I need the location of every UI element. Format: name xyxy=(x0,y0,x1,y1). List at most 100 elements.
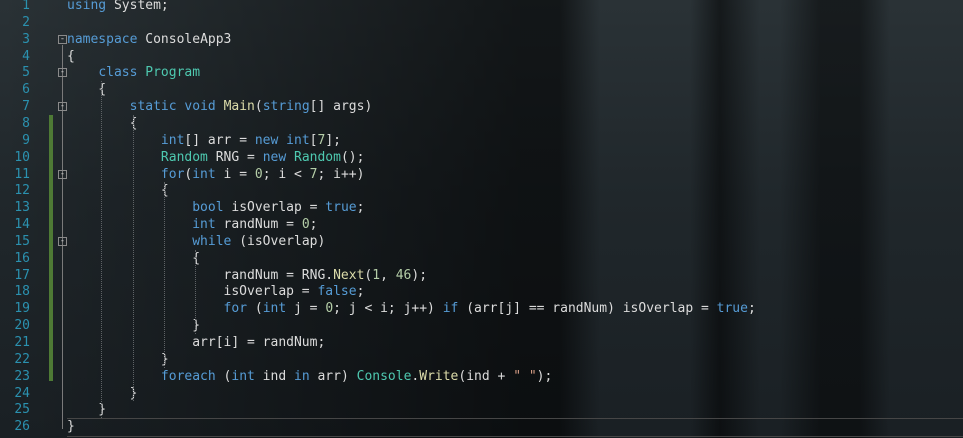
line-number: 12 xyxy=(14,183,30,199)
code-token: 1 xyxy=(372,267,381,283)
code-line[interactable]: 14 int randNum = 0; xyxy=(0,216,963,233)
code-text: isOverlap = false; xyxy=(67,283,365,300)
code-token: (); xyxy=(340,149,365,165)
code-line[interactable]: 9 int[] arr = new int[7]; xyxy=(0,132,963,149)
code-text: { xyxy=(67,81,106,98)
code-line[interactable]: 13 bool isOverlap = true; xyxy=(0,199,963,216)
indent-guide xyxy=(101,81,103,419)
code-token: 0 xyxy=(254,166,263,182)
code-token: RNG = xyxy=(207,149,263,165)
indent-guide xyxy=(163,182,165,368)
code-text: } xyxy=(67,401,106,418)
collapse-icon[interactable]: - xyxy=(58,236,67,246)
code-token: foreach xyxy=(160,368,216,384)
code-line[interactable]: 15 - while (isOverlap) xyxy=(0,233,963,250)
code-line[interactable]: 11 - for(int i = 0; i < 7; i++) xyxy=(0,166,963,183)
code-token: } xyxy=(67,419,75,435)
line-number: 13 xyxy=(14,200,30,216)
code-line[interactable]: 19 for (int j = 0; j < i; j++) if (arr[j… xyxy=(0,300,963,317)
code-token: int xyxy=(262,301,287,317)
code-token: ; i < xyxy=(262,166,310,182)
code-token: } xyxy=(67,402,107,418)
code-line[interactable]: 4{ xyxy=(0,48,963,65)
code-line[interactable]: 1 using System; xyxy=(0,0,963,14)
code-text: using System; xyxy=(67,0,169,14)
code-text: } xyxy=(67,351,169,368)
line-number: 6 xyxy=(22,82,30,98)
code-token: 0 xyxy=(301,217,310,233)
code-token: Random xyxy=(294,149,341,165)
code-line[interactable]: 23 foreach (int ind in arr) Console.Writ… xyxy=(0,368,963,385)
code-token: randNum = xyxy=(215,217,302,233)
code-token: ConsoleApp3 xyxy=(137,31,232,47)
code-text: for(int i = 0; i < 7; i++) xyxy=(67,166,365,183)
code-token: in xyxy=(294,368,310,384)
collapse-icon[interactable]: - xyxy=(58,34,67,44)
code-line[interactable]: 18 isOverlap = false; xyxy=(0,283,963,300)
line-number: 22 xyxy=(14,351,30,367)
code-line[interactable]: 3 - namespace ConsoleApp3 xyxy=(0,31,963,48)
code-token: bool xyxy=(192,200,224,216)
code-line[interactable]: 10 Random RNG = new Random(); xyxy=(0,149,963,166)
code-token: " " xyxy=(513,368,537,384)
code-token: ); xyxy=(536,368,553,384)
code-token: void xyxy=(184,99,216,115)
code-token: class xyxy=(98,65,138,81)
line-number: 17 xyxy=(14,267,30,283)
code-token: System; xyxy=(106,0,169,13)
line-number: 16 xyxy=(14,250,30,266)
code-line[interactable]: 6 { xyxy=(0,81,963,98)
code-line[interactable]: 21 arr[i] = randNum; xyxy=(0,334,963,351)
line-number: 15 xyxy=(14,233,30,249)
code-text: static void Main(string[] args) xyxy=(67,98,373,115)
code-line[interactable]: 5 - class Program xyxy=(0,64,963,81)
code-text: bool isOverlap = true; xyxy=(67,199,364,216)
code-token: } xyxy=(67,351,169,367)
code-editor[interactable]: 1 using System; 2 3- namespace ConsoleApp3 4{… xyxy=(0,0,963,438)
line-number: 26 xyxy=(14,419,30,435)
code-token: (arr[j] == randNum) isOverlap = xyxy=(458,301,717,317)
collapse-icon[interactable]: - xyxy=(58,68,67,78)
code-line[interactable]: 26} xyxy=(0,418,963,435)
code-line[interactable]: 8 { xyxy=(0,115,963,132)
code-token: ; j < i; j++) xyxy=(333,301,443,317)
code-token: new xyxy=(262,149,287,165)
code-token: false xyxy=(317,284,357,300)
code-token: ; i++) xyxy=(317,166,365,182)
code-line[interactable]: 17 randNum = RNG.Next(1, 46); xyxy=(0,267,963,284)
code-line[interactable]: 12 { xyxy=(0,182,963,199)
code-token: ( xyxy=(254,99,263,115)
code-line[interactable]: 20 } xyxy=(0,317,963,334)
code-token: for xyxy=(160,166,185,182)
code-token: ]; xyxy=(325,132,341,148)
code-text: int randNum = 0; xyxy=(67,216,317,233)
code-line[interactable]: 16 { xyxy=(0,250,963,267)
collapse-icon[interactable]: - xyxy=(58,102,67,112)
code-line[interactable]: 22 } xyxy=(0,351,963,368)
code-token: isOverlap = xyxy=(223,200,326,216)
code-token: ( xyxy=(215,368,232,384)
code-token: ; xyxy=(747,301,756,317)
line-number: 2 xyxy=(22,14,30,30)
code-token: while xyxy=(192,233,232,249)
line-number: 24 xyxy=(14,385,30,401)
code-token: int xyxy=(192,217,216,233)
code-text: arr[i] = randNum; xyxy=(67,334,325,351)
code-text: { xyxy=(67,48,75,65)
code-line[interactable]: 25 } xyxy=(0,401,963,418)
code-token: ; xyxy=(356,200,365,216)
code-line[interactable]: 24 } xyxy=(0,385,963,402)
code-token: int xyxy=(286,132,310,148)
code-token: true xyxy=(716,301,748,317)
code-line[interactable]: 2 xyxy=(0,14,963,31)
indent-guide xyxy=(132,114,134,402)
code-line[interactable]: 7 - static void Main(string[] args) xyxy=(0,98,963,115)
collapse-icon[interactable]: - xyxy=(58,169,67,179)
code-token: ind xyxy=(254,368,294,384)
